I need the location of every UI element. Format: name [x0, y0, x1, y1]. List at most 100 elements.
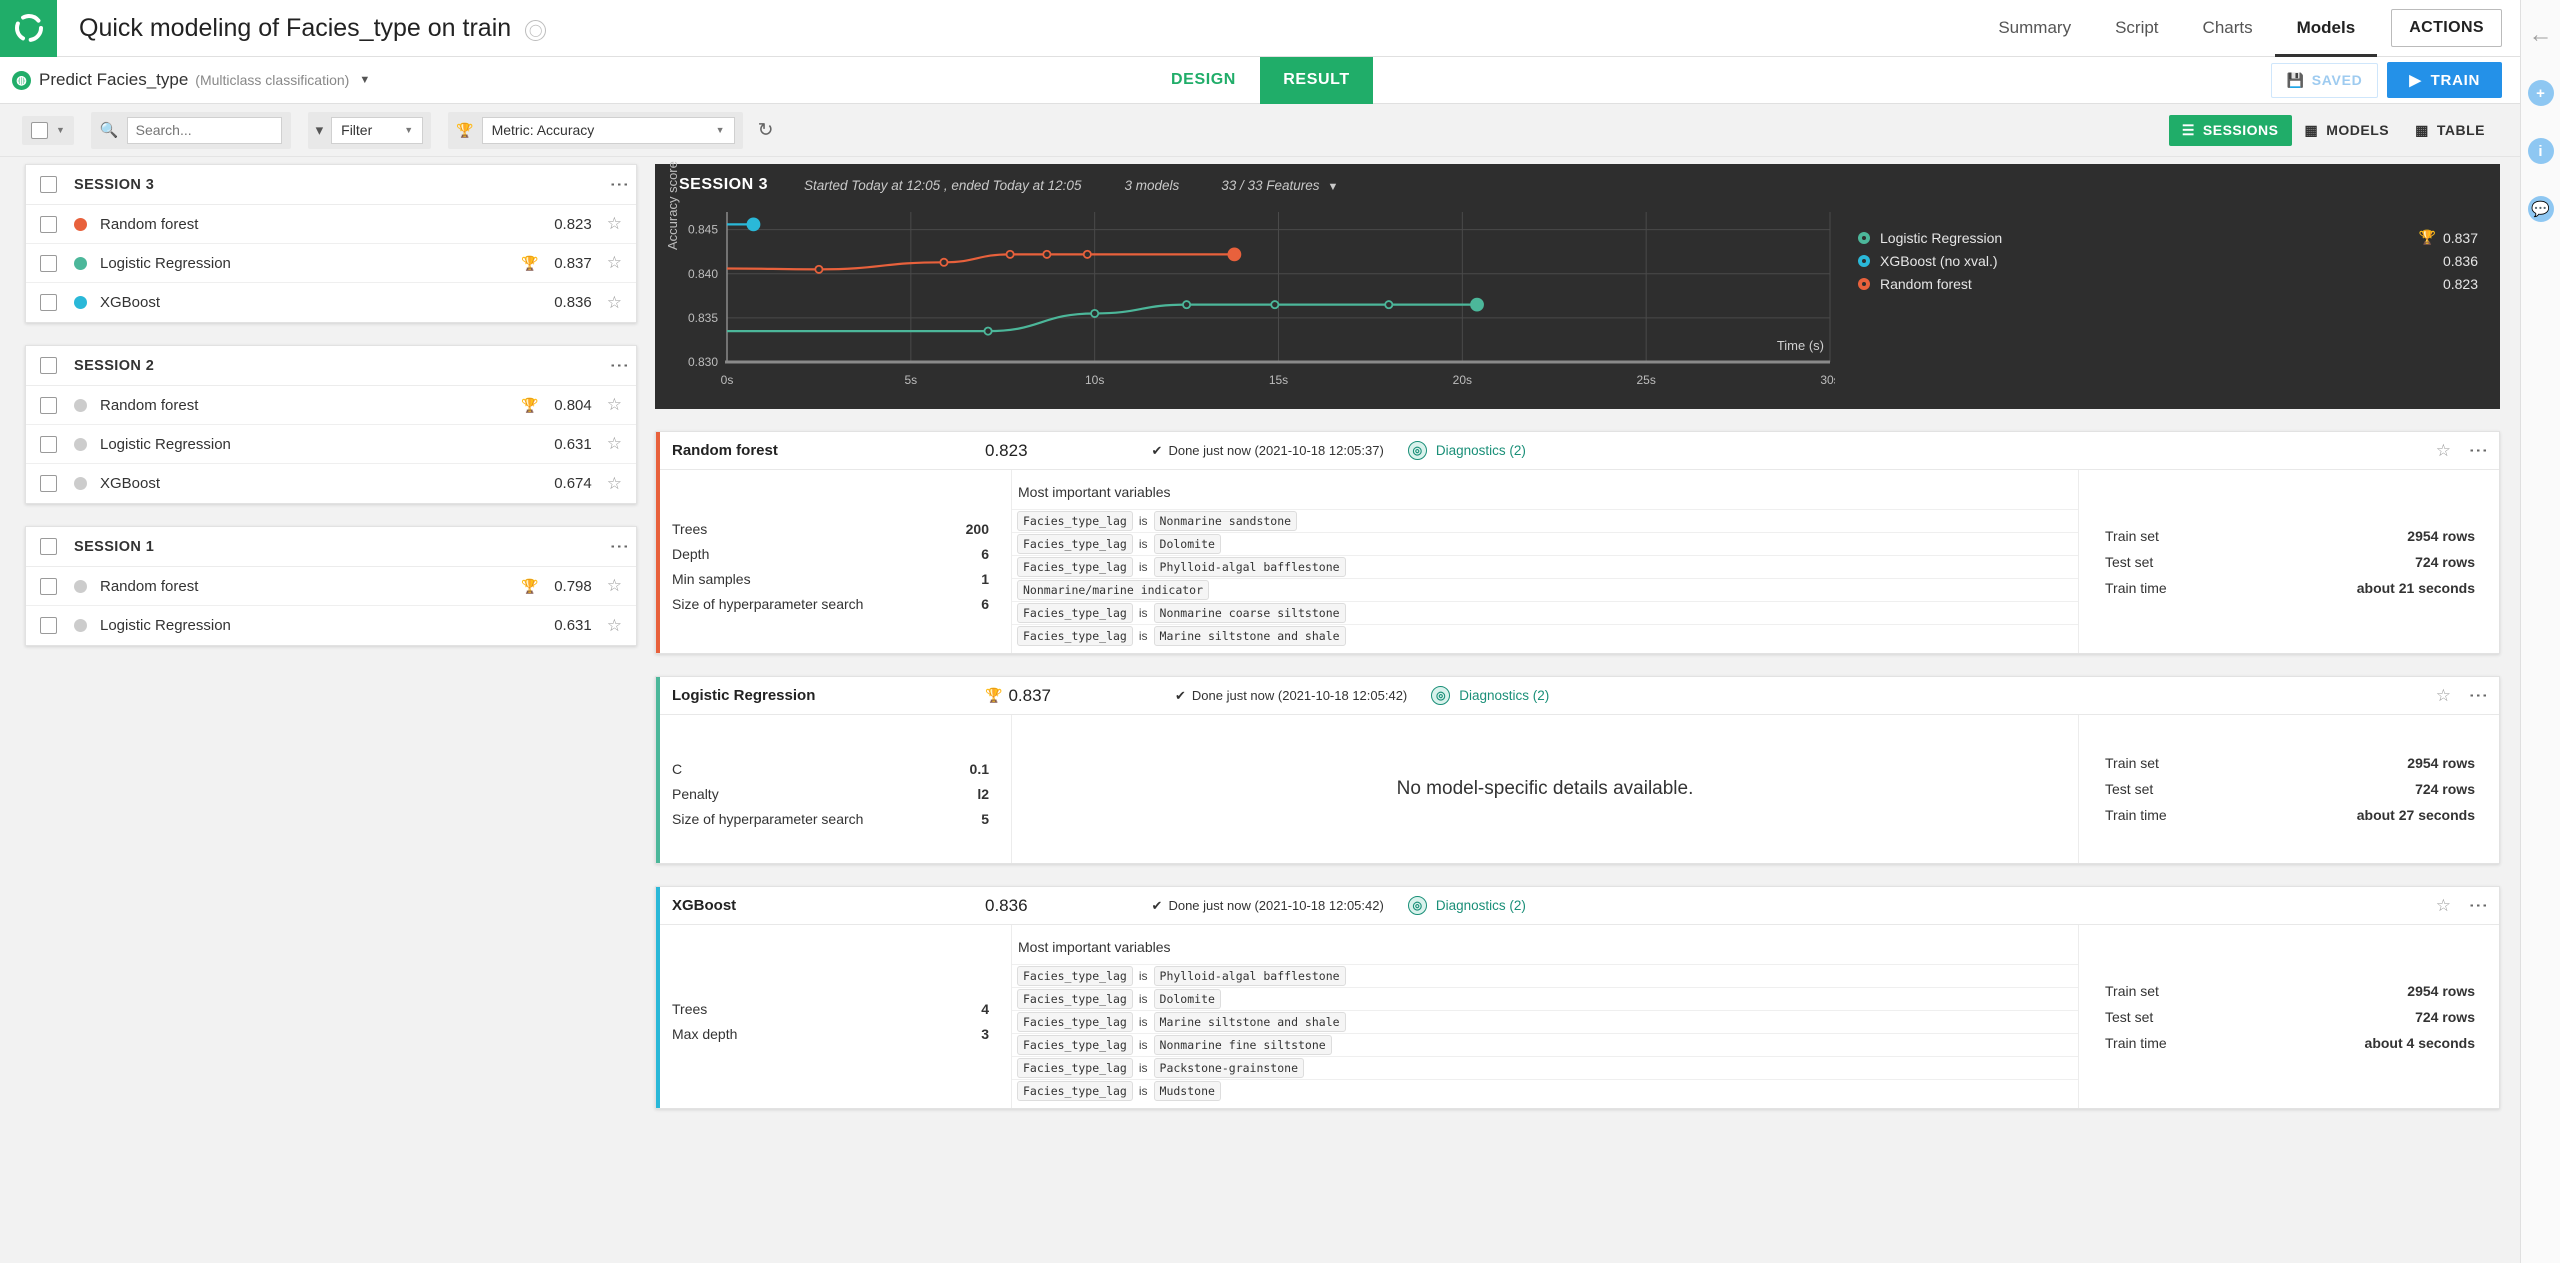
- model-card-body: Trees 4 Max depth 3 Most important variables…: [656, 925, 2499, 1108]
- model-card-menu-icon[interactable]: ⋮: [2467, 686, 2488, 705]
- model-card-menu-icon[interactable]: ⋮: [2467, 896, 2488, 915]
- refresh-icon[interactable]: ↻: [758, 119, 774, 142]
- session-menu-icon[interactable]: ⋮: [608, 537, 629, 556]
- model-color-dot: [74, 477, 87, 490]
- back-arrow-icon[interactable]: ←: [2528, 21, 2554, 48]
- svg-text:5s: 5s: [904, 373, 917, 387]
- info-icon[interactable]: i: [2527, 138, 2554, 164]
- tab-models[interactable]: Models: [2275, 0, 2378, 57]
- plus-icon[interactable]: +: [2527, 80, 2554, 106]
- session-model-row[interactable]: Random forest 🏆 0.804 ☆: [26, 386, 636, 425]
- view-sessions[interactable]: ☰ SESSIONS: [2168, 114, 2292, 146]
- star-icon[interactable]: ☆: [607, 616, 622, 636]
- actions-button[interactable]: ACTIONS: [2391, 9, 2502, 47]
- stat-row: Train set 2954 rows: [2105, 523, 2475, 549]
- session-model-row[interactable]: Logistic Regression 0.631 ☆: [26, 606, 636, 645]
- variable-value-chip: Mudstone: [1153, 1081, 1221, 1101]
- session-model-row[interactable]: XGBoost 0.674 ☆: [26, 464, 636, 503]
- session-model-row[interactable]: Logistic Regression 🏆 0.837 ☆: [26, 244, 636, 283]
- star-icon[interactable]: ☆: [607, 214, 622, 234]
- star-icon[interactable]: ☆: [607, 253, 622, 273]
- session-menu-icon[interactable]: ⋮: [608, 356, 629, 375]
- model-checkbox[interactable]: [40, 577, 57, 595]
- view-table[interactable]: ▦ TABLE: [2402, 115, 2498, 146]
- parameter-row: Min samples 1: [672, 567, 989, 592]
- tab-result[interactable]: RESULT: [1260, 56, 1373, 104]
- session-model-row[interactable]: Logistic Regression 0.631 ☆: [26, 425, 636, 464]
- chat-icon[interactable]: 💬: [2527, 196, 2554, 222]
- session-checkbox[interactable]: [40, 538, 57, 555]
- recipe-selector[interactable]: ◍ Predict Facies_type (Multiclass classi…: [12, 70, 370, 90]
- train-button[interactable]: ▶ TRAIN: [2387, 62, 2502, 98]
- model-card-menu-icon[interactable]: ⋮: [2467, 441, 2488, 460]
- legend-item[interactable]: Random forest 0.823: [1858, 272, 2478, 295]
- tab-summary[interactable]: Summary: [1976, 0, 2093, 57]
- select-all-dropdown[interactable]: ▼: [22, 115, 74, 145]
- model-card-title[interactable]: Logistic Regression: [672, 687, 985, 704]
- variable-feature-chip: Facies_type_lag: [1017, 603, 1133, 623]
- session-checkbox[interactable]: [40, 176, 57, 193]
- dataiku-logo[interactable]: [0, 0, 57, 57]
- star-icon[interactable]: ☆: [607, 434, 622, 454]
- metric-select[interactable]: Metric: Accuracy ▼: [481, 116, 735, 144]
- chevron-down-icon[interactable]: ▼: [56, 125, 65, 135]
- select-all-checkbox[interactable]: [31, 121, 48, 139]
- app-root: Quick modeling of Facies_type on train ◯…: [0, 0, 2560, 1263]
- legend-item[interactable]: Logistic Regression 🏆 0.837: [1858, 226, 2478, 249]
- star-icon[interactable]: ☆: [607, 293, 622, 313]
- star-icon[interactable]: ☆: [607, 576, 622, 596]
- tab-script[interactable]: Script: [2093, 0, 2180, 57]
- variable-label: Facies_type_lag is Packstone-grainstone: [1012, 1058, 1305, 1078]
- star-icon[interactable]: ☆: [607, 474, 622, 494]
- star-icon[interactable]: ☆: [607, 395, 622, 415]
- model-checkbox[interactable]: [40, 396, 57, 414]
- model-card: Logistic Regression 🏆 0.837 ✔ Done just now …: [655, 676, 2500, 864]
- variable-bar-track: [1424, 602, 1724, 624]
- plot-svg: 0.830 0.835 0.840 0.845 0s 5s 10s 15s 20s 25s 30s T…: [688, 212, 1840, 387]
- model-checkbox[interactable]: [40, 435, 57, 453]
- session-model-row[interactable]: Random forest 🏆 0.798 ☆: [26, 567, 636, 606]
- model-card-title[interactable]: Random forest: [672, 442, 985, 459]
- saved-button[interactable]: 💾 SAVED: [2270, 62, 2379, 98]
- play-icon: ▶: [2409, 72, 2422, 89]
- tab-charts[interactable]: Charts: [2181, 0, 2275, 57]
- model-checkbox[interactable]: [40, 294, 57, 311]
- stat-value: 2954 rows: [2407, 755, 2475, 771]
- model-card-title[interactable]: XGBoost: [672, 897, 985, 914]
- diagnostics-link[interactable]: ◎ Diagnostics (2): [1431, 686, 1549, 705]
- session-model-row[interactable]: Random forest 0.823 ☆: [26, 205, 636, 244]
- stat-row: Train time about 27 seconds: [2105, 802, 2475, 828]
- trophy-icon: 🏆: [521, 254, 539, 271]
- model-checkbox[interactable]: [40, 475, 57, 492]
- variables-title: Most important variables: [1018, 939, 1171, 955]
- view-models[interactable]: ▦ MODELS: [2292, 115, 2403, 146]
- model-card-body: Trees 200 Depth 6 Min samples 1 Size of hyperp…: [656, 470, 2499, 653]
- filter-select[interactable]: Filter ▼: [331, 116, 424, 144]
- model-checkbox[interactable]: [40, 254, 57, 272]
- session-model-row[interactable]: XGBoost 0.836 ☆: [26, 283, 636, 322]
- search-input[interactable]: [126, 116, 282, 144]
- tab-design[interactable]: DESIGN: [1147, 57, 1260, 104]
- diagnostics-link[interactable]: ◎ Diagnostics (2): [1407, 896, 1526, 915]
- search-icon: 🔍: [99, 122, 119, 139]
- star-icon[interactable]: ☆: [2436, 896, 2451, 916]
- view-sessions-label: SESSIONS: [2202, 122, 2279, 138]
- star-icon[interactable]: ☆: [2436, 441, 2451, 461]
- session-card: SESSION 1 ⋮ Random forest 🏆 0.798 ☆ Logistic R…: [25, 526, 637, 646]
- model-color-dot: [74, 579, 87, 593]
- model-checkbox[interactable]: [40, 215, 57, 233]
- stat-label: Train set: [2105, 982, 2159, 999]
- chevron-down-icon[interactable]: ▼: [359, 74, 370, 86]
- variable-row: Facies_type_lag is Nonmarine fine siltston…: [1012, 1033, 2078, 1056]
- session-checkbox[interactable]: [40, 357, 57, 374]
- session-menu-icon[interactable]: ⋮: [608, 175, 629, 194]
- model-checkbox[interactable]: [40, 617, 57, 634]
- check-icon: ✔: [1151, 442, 1163, 458]
- model-statistics: Train set 2954 rows Test set 724 rows Train …: [2079, 715, 2499, 863]
- legend-item[interactable]: XGBoost (no xval.) 0.836: [1858, 249, 2478, 272]
- star-icon[interactable]: ☆: [2436, 686, 2451, 706]
- svg-text:0.830: 0.830: [688, 355, 718, 369]
- session-chart-features[interactable]: 33 / 33 Features ▼: [1221, 178, 1338, 193]
- variable-feature-chip: Facies_type_lag: [1017, 1035, 1133, 1055]
- diagnostics-link[interactable]: ◎ Diagnostics (2): [1407, 441, 1526, 460]
